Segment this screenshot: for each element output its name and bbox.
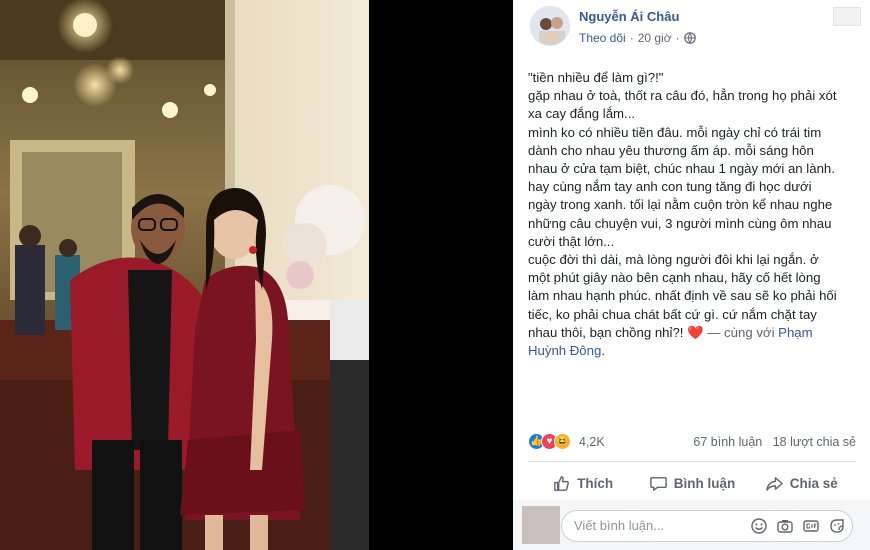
avatar-image [531,7,569,45]
comment-tools [750,517,846,535]
sticker-icon[interactable] [828,517,846,535]
meta-separator: · [629,31,634,45]
comment-count[interactable]: 67 bình luận [693,435,762,449]
lightbox-gutter [369,0,513,550]
post-line: "tiền nhiều để làm gì?!" [528,70,664,85]
post-line: ngày trong xanh. tối lại nằm cuộn tròn k… [528,197,833,213]
comment-button[interactable]: Bình luận [637,466,746,500]
tagged-user-link[interactable]: Phạm [778,325,812,340]
post-line: dành cho nhau yêu thương ấm áp. mỗi sáng… [528,142,814,158]
post-line: cười thật lớn... [528,233,615,249]
post-panel: Nguyễn Ái Châu Theo dõi · 20 giờ · "tiền… [513,0,870,550]
post-line: nhau thôi, bạn chồng nhỉ?! ❤️ — cùng với… [528,324,863,342]
tagged-user-link-cont[interactable]: Huỳnh Đông [528,343,601,358]
post-photo[interactable] [0,0,369,550]
globe-icon[interactable] [683,32,696,44]
post-line: Huỳnh Đông. [528,342,863,360]
comment-icon [649,476,667,491]
reaction-icons[interactable]: 👍 ♥ 😆 [528,433,571,450]
share-icon [765,476,783,491]
post-line: tiếc, ko phải chua chát bất cứ gì. cứ nắ… [528,306,817,322]
comment-input[interactable] [574,518,744,533]
with-text: — cùng với [703,324,779,340]
like-button[interactable]: Thích [528,466,637,500]
post-options-button[interactable] [833,7,861,26]
post-meta: Theo dõi · 20 giờ · [579,31,696,45]
post-line: gặp nhau ở toà, thốt ra câu đó, hẳn tron… [528,88,837,104]
thumbs-up-icon [554,475,570,491]
share-button[interactable]: Chia sẻ [747,466,856,500]
post-line: một phút giây nào bên cạnh nhau, hãy cố … [528,270,821,286]
gif-icon[interactable] [802,517,820,535]
post-line: cuộc đời thì dài, mà lòng người đôi khi … [528,252,819,268]
post-text: "tiền nhiều để làm gì?!" gặp nhau ở toà,… [528,69,863,360]
post-line: mình ko có nhiều tiền đâu. mỗi ngày chỉ … [528,124,822,140]
follow-link[interactable]: Theo dõi [579,31,626,45]
meta-separator-2: · [675,31,680,45]
post-line: hay cùng nắm tay anh con tung tăng đi họ… [528,179,812,195]
post-line: nhau ở cửa tạm biệt, chúc nhau 1 ngày mớ… [528,161,835,177]
post-line: những câu chuyện vui, 3 người mình cùng … [528,215,832,231]
couple-photo [0,0,369,550]
share-count[interactable]: 18 lượt chia sẻ [773,435,856,449]
divider [528,461,856,462]
post-time[interactable]: 20 giờ [638,31,672,45]
post-line-text: nhau thôi, bạn chồng nhỉ?! [528,324,688,340]
share-label: Chia sẻ [789,475,838,491]
like-label: Thích [577,475,614,491]
comment-composer [513,500,870,550]
camera-icon[interactable] [776,517,794,535]
engagement-counts: 67 bình luận 18 lượt chia sẻ [686,435,856,449]
comment-box[interactable] [561,510,853,542]
post-line: làm nhau hạnh phúc. nhất định về sau sẽ … [528,288,837,304]
haha-icon: 😆 [554,433,571,450]
comment-label: Bình luận [673,475,736,491]
action-bar: Thích Bình luận Chia sẻ [528,466,856,500]
author-name[interactable]: Nguyễn Ái Châu [579,9,679,24]
heart-icon: ❤️ [687,324,704,340]
post-line: xa cay đắng lắm... [528,106,636,122]
reaction-count[interactable]: 4,2K [579,435,605,449]
tag-end: . [601,343,605,359]
reactions-bar: 👍 ♥ 😆 4,2K 67 bình luận 18 lượt chia sẻ [528,432,856,452]
viewer-avatar [522,506,560,544]
emoji-icon[interactable] [750,517,768,535]
author-avatar[interactable] [530,6,570,46]
post-header: Nguyễn Ái Châu Theo dõi · 20 giờ · [513,0,870,56]
